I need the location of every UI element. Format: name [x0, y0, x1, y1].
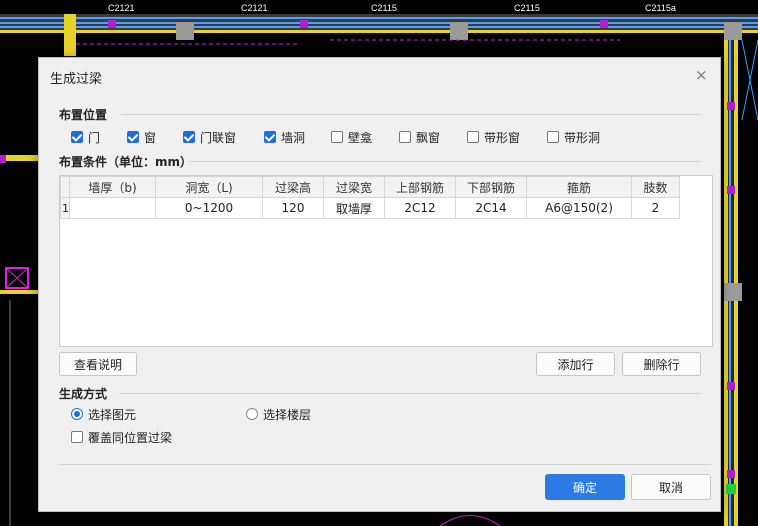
generate-lintel-dialog: 生成过梁 × 布置位置 门 窗 门联窗 墙洞 壁龛 飘窗 带形窗 带形洞 布置条…: [38, 57, 721, 512]
checkbox-label: 带形窗: [484, 130, 521, 145]
checkbox-label: 飘窗: [416, 130, 441, 145]
checkbox-label: 门: [88, 130, 101, 145]
table-cell[interactable]: 2C14: [455, 197, 527, 219]
checkbox-label: 壁龛: [348, 130, 373, 145]
radio-label: 选择楼层: [263, 407, 312, 422]
window-label: C2115: [514, 3, 540, 13]
table-cell[interactable]: 120: [262, 197, 324, 219]
divider: [121, 114, 701, 115]
column-header[interactable]: 洞宽（L): [155, 176, 263, 198]
column-header[interactable]: 墙厚（b): [69, 176, 156, 198]
window-label: C2121: [108, 3, 135, 13]
radio-icon: [246, 408, 258, 420]
placement-position-label: 布置位置: [59, 108, 108, 122]
checkbox-label: 带形洞: [564, 130, 601, 145]
checkbox-label: 覆盖同位置过梁: [88, 430, 173, 445]
checkbox-icon: [127, 131, 139, 143]
window-label: C2115: [371, 3, 397, 13]
checkbox-label: 窗: [144, 130, 157, 145]
checkbox-bay-window[interactable]: 飘窗: [399, 129, 440, 145]
radio-select-elements[interactable]: 选择图元: [71, 406, 136, 422]
table-cell[interactable]: 2C12: [384, 197, 456, 219]
radio-icon: [71, 408, 83, 420]
row-header-corner: [60, 176, 70, 198]
ok-button[interactable]: 确定: [545, 474, 625, 500]
checkbox-icon: [183, 131, 195, 143]
radio-label: 选择图元: [88, 407, 137, 422]
checkbox-label: 墙洞: [281, 130, 306, 145]
checkbox-wall-opening[interactable]: 墙洞: [264, 129, 305, 145]
table-cell[interactable]: 2: [631, 197, 680, 219]
conditions-table[interactable]: 墙厚（b) 洞宽（L) 过梁高 过梁宽 上部钢筋 下部钢筋 箍筋 肢数 1 0~…: [59, 175, 713, 347]
checkbox-strip-window[interactable]: 带形窗: [467, 129, 520, 145]
checkbox-icon: [547, 131, 559, 143]
checkbox-icon: [71, 431, 83, 443]
checkbox-icon: [331, 131, 343, 143]
checkbox-icon: [467, 131, 479, 143]
checkbox-niche[interactable]: 壁龛: [331, 129, 372, 145]
checkbox-icon: [399, 131, 411, 143]
column-header[interactable]: 下部钢筋: [455, 176, 527, 198]
view-help-button[interactable]: 查看说明: [59, 352, 137, 376]
checkbox-window[interactable]: 窗: [127, 129, 156, 145]
checkbox-icon: [71, 131, 83, 143]
delete-row-button[interactable]: 删除行: [622, 352, 701, 376]
checkbox-strip-opening[interactable]: 带形洞: [547, 129, 600, 145]
divider: [189, 161, 701, 162]
column-header[interactable]: 过梁宽: [323, 176, 385, 198]
column-header[interactable]: 肢数: [631, 176, 680, 198]
window-label: C2115a: [645, 3, 676, 13]
checkbox-label: 门联窗: [200, 130, 237, 145]
divider: [59, 464, 711, 465]
close-icon[interactable]: ×: [695, 67, 708, 83]
checkbox-door[interactable]: 门: [71, 129, 100, 145]
table-cell[interactable]: [69, 197, 156, 219]
table-cell[interactable]: 取墙厚: [323, 197, 385, 219]
placement-conditions-label: 布置条件（单位：mm）: [59, 155, 193, 169]
column-header[interactable]: 箍筋: [526, 176, 632, 198]
divider: [119, 393, 701, 394]
checkbox-icon: [264, 131, 276, 143]
table-cell[interactable]: 0~1200: [155, 197, 263, 219]
table-row[interactable]: 1 0~1200 120 取墙厚 2C12 2C14 A6@150(2) 2: [60, 197, 680, 219]
cancel-button[interactable]: 取消: [631, 474, 711, 500]
generation-mode-label: 生成方式: [59, 387, 108, 401]
column-header[interactable]: 上部钢筋: [384, 176, 456, 198]
add-row-button[interactable]: 添加行: [536, 352, 615, 376]
checkbox-door-window[interactable]: 门联窗: [183, 129, 236, 145]
row-index: 1: [60, 197, 70, 219]
table-cell[interactable]: A6@150(2): [526, 197, 632, 219]
column-header[interactable]: 过梁高: [262, 176, 324, 198]
table-header-row: 墙厚（b) 洞宽（L) 过梁高 过梁宽 上部钢筋 下部钢筋 箍筋 肢数: [60, 176, 680, 198]
dialog-title: 生成过梁: [50, 72, 103, 87]
window-label: C2121: [241, 3, 268, 13]
checkbox-overwrite-lintels[interactable]: 覆盖同位置过梁: [71, 429, 172, 445]
radio-select-floor[interactable]: 选择楼层: [246, 406, 311, 422]
